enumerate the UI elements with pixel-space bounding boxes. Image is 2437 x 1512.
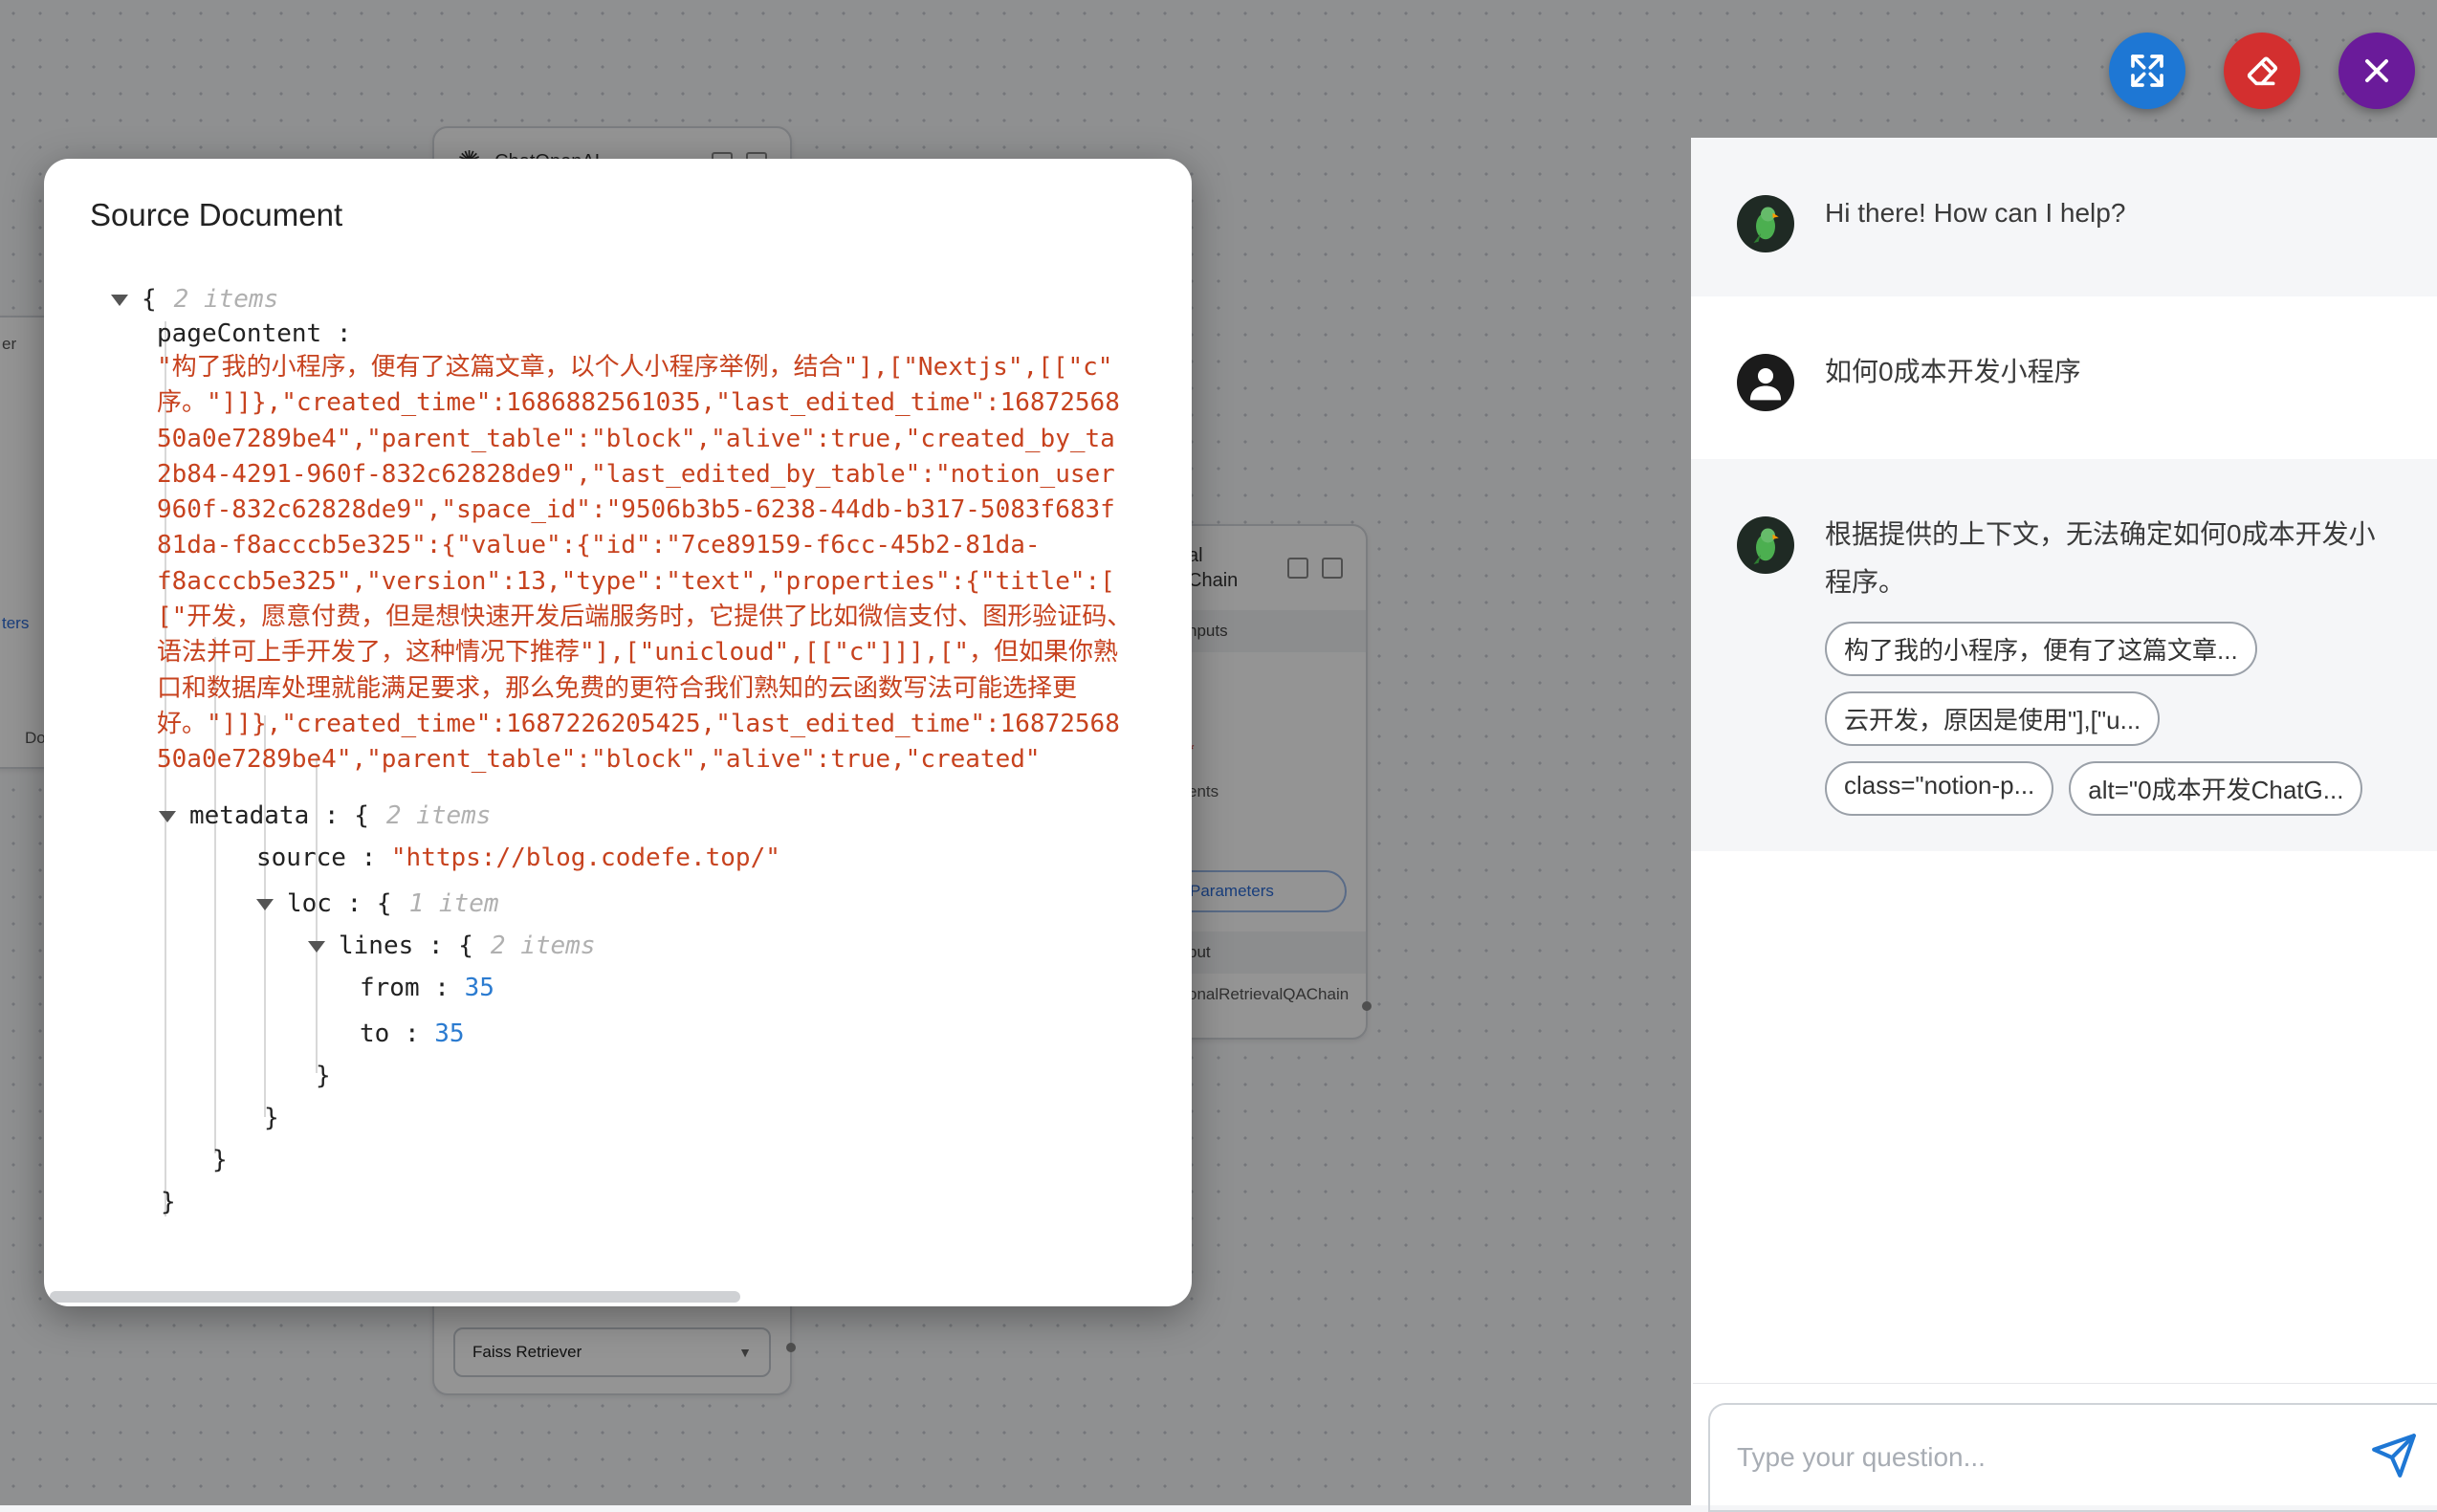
- page-content-line: 语法并可上手开发了，这种情况下推荐"],["unicloud",[["c"]]]…: [157, 638, 1118, 668]
- chat-input-placeholder: Type your question...: [1737, 1442, 1986, 1472]
- collapse-toggle-icon[interactable]: [159, 810, 176, 822]
- bot-avatar-icon: [1737, 195, 1794, 252]
- item-count: 2 items: [173, 285, 279, 314]
- page-content-line: 50a0e7289be4","parent_table":"block","al…: [157, 745, 1041, 775]
- chat-message-bot: Hi there! How can I help?: [1691, 138, 2437, 296]
- page-content-line: "构了我的小程序，便有了这篇文章，以个人小程序举例，结合"],["Nextjs"…: [157, 353, 1113, 382]
- collapse-toggle-icon[interactable]: [256, 898, 274, 910]
- chat-message-text: 根据提供的上下文，无法确定如何0成本开发小程序。: [1825, 519, 2376, 597]
- source-chip[interactable]: alt="0成本开发ChatG...: [2069, 761, 2363, 816]
- horizontal-scrollbar[interactable]: [50, 1291, 740, 1303]
- source-document-dialog: Source Document {2 items pageContent : "…: [44, 159, 1192, 1306]
- metadata-node: metadata : {2 items: [159, 800, 491, 832]
- lines-close-brace: }: [316, 1062, 331, 1090]
- chat-message-bot: 根据提供的上下文，无法确定如何0成本开发小程序。 构了我的小程序，便有了这篇文章…: [1691, 459, 2437, 851]
- item-count: 1 item: [408, 889, 499, 918]
- chat-input-area: Type your question...: [1693, 1383, 2437, 1512]
- page-content-line: 口和数据库处理就能满足要求，那么免费的更符合我们熟知的云函数写法可能选择更: [157, 673, 1078, 703]
- lines-node: lines : {2 items: [308, 930, 595, 962]
- page-content-line: 2b84-4291-960f-832c62828de9","last_edite…: [157, 459, 1115, 489]
- bot-avatar-icon: [1737, 516, 1794, 574]
- page-content-value: "构了我的小程序，便有了这篇文章，以个人小程序举例，结合"],["Nextjs"…: [157, 350, 1131, 778]
- page-content-line: 81da-f8acccb5e325":{"value":{"id":"7ce89…: [157, 531, 1041, 560]
- page-content-line: 960f-832c62828de9","space_id":"9506b3b5-…: [157, 495, 1115, 525]
- chat-message-text: Hi there! How can I help?: [1825, 198, 2126, 228]
- expand-icon: [2131, 55, 2163, 87]
- page-content-line: ["开发，愿意付费，但是想快速开发后端服务时，它提供了比如微信支付、图形验证码、: [157, 603, 1132, 632]
- send-icon[interactable]: [2370, 1432, 2418, 1479]
- source-chip[interactable]: class="notion-p...: [1825, 761, 2054, 816]
- from-value: 35: [464, 974, 494, 1002]
- source-chips: 构了我的小程序，便有了这篇文章... 云开发，原因是使用"],["u... cl…: [1825, 622, 2399, 816]
- json-viewer: {2 items pageContent : "构了我的小程序，便有了这篇文章，…: [111, 283, 1192, 1259]
- chat-message-text: 如何0成本开发小程序: [1825, 357, 2081, 386]
- page-content-key: pageContent :: [157, 319, 352, 348]
- source-chip[interactable]: 构了我的小程序，便有了这篇文章...: [1825, 622, 2257, 676]
- to-row: to : 35: [360, 1019, 465, 1048]
- page-content-line: 50a0e7289be4","parent_table":"block","al…: [157, 424, 1115, 453]
- chat-input[interactable]: Type your question...: [1708, 1403, 2437, 1512]
- metadata-close-brace: }: [212, 1146, 228, 1174]
- item-count: 2 items: [385, 801, 492, 830]
- page-content-line: 好。"]]},"created_time":1687226205425,"las…: [157, 709, 1120, 738]
- chat-panel: Hi there! How can I help? 如何0成本开发小程序 根据提…: [1691, 138, 2437, 1512]
- page-content-line: 序。"]]},"created_time":1686882561035,"las…: [157, 388, 1120, 418]
- page-content-line: f8acccb5e325","version":13,"type":"text"…: [157, 566, 1115, 596]
- collapse-toggle-icon[interactable]: [111, 294, 128, 306]
- clear-chat-button[interactable]: [2224, 33, 2300, 109]
- close-icon: [2365, 59, 2388, 82]
- to-value: 35: [434, 1019, 465, 1048]
- close-chat-button[interactable]: [2338, 33, 2415, 109]
- from-row: from : 35: [360, 974, 494, 1002]
- eraser-icon: [2247, 56, 2278, 86]
- collapse-toggle-icon[interactable]: [308, 940, 325, 953]
- dialog-title: Source Document: [90, 197, 343, 232]
- loc-close-brace: }: [264, 1104, 279, 1132]
- loc-node: loc : {1 item: [256, 887, 499, 920]
- source-row: source : "https://blog.codefe.top/": [256, 844, 780, 872]
- item-count: 2 items: [490, 931, 596, 960]
- user-avatar-icon: [1737, 354, 1794, 411]
- chat-message-user: 如何0成本开发小程序: [1691, 296, 2437, 459]
- source-value[interactable]: "https://blog.codefe.top/": [391, 844, 780, 872]
- expand-chat-button[interactable]: [2109, 33, 2185, 109]
- source-chip[interactable]: 云开发，原因是使用"],["u...: [1825, 691, 2161, 746]
- root-close-brace: }: [161, 1188, 176, 1216]
- json-root: {2 items: [111, 283, 278, 316]
